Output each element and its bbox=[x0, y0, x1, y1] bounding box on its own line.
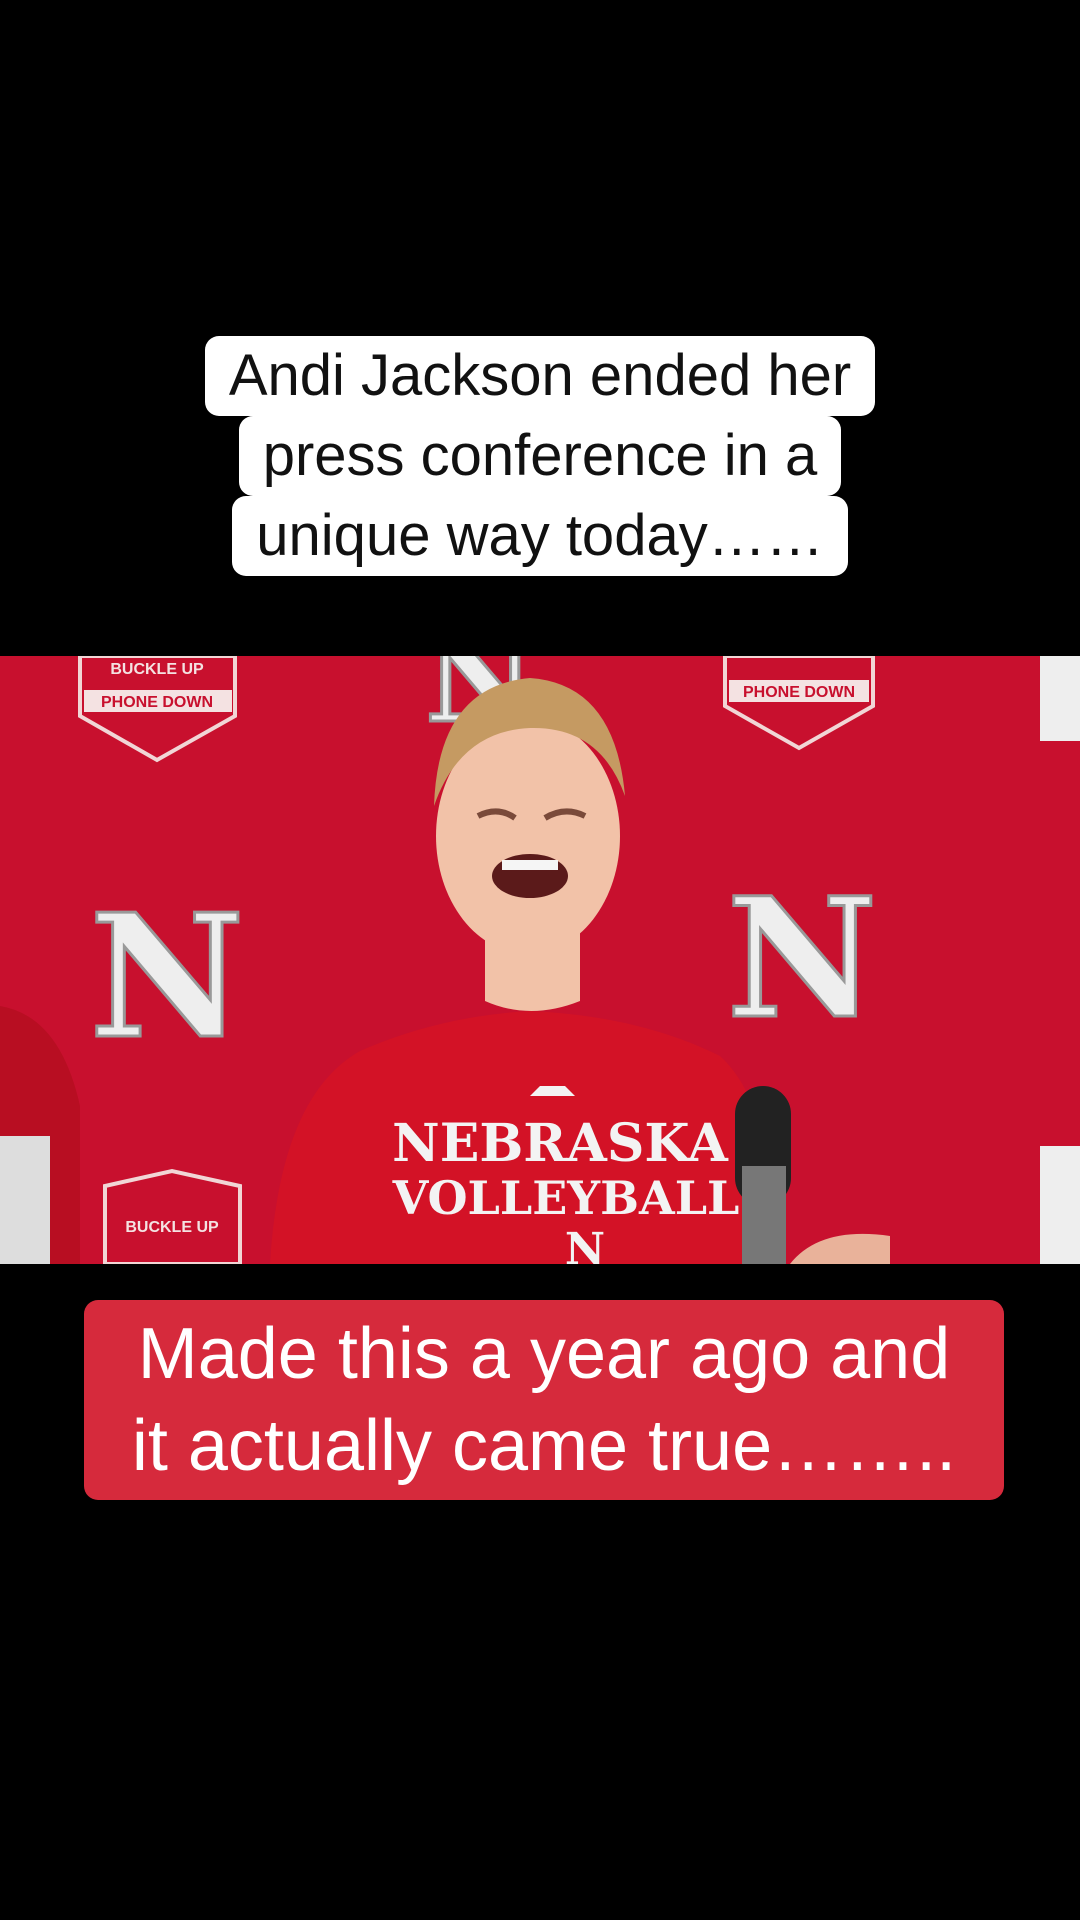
shirt-text-1: NEBRASKA bbox=[392, 1113, 728, 1174]
top-caption-line-2: press conference in a bbox=[238, 416, 842, 496]
badge-text-4: BUCKLE UP bbox=[125, 1219, 219, 1236]
badge-text-2: PHONE DOWN bbox=[101, 694, 213, 711]
shirt-text-2: VOLLEYBALL bbox=[392, 1171, 740, 1225]
n-logo-edge bbox=[1040, 656, 1080, 741]
badge-text-1: BUCKLE UP bbox=[110, 661, 204, 678]
shirt-text-3: N bbox=[565, 1224, 605, 1264]
press-conference-scene: BUCKLE UP PHONE DOWN PHONE DOWN BUCKLE U… bbox=[0, 656, 1080, 1264]
top-caption: Andi Jackson ended her press conference … bbox=[0, 336, 1080, 576]
bottom-caption-line-1: Made this a year ago and bbox=[137, 1314, 951, 1394]
top-caption-line-3: unique way today…… bbox=[232, 496, 848, 576]
bottom-caption-line-2: it actually came true…….. bbox=[131, 1406, 957, 1486]
badge-text-3: PHONE DOWN bbox=[743, 684, 855, 701]
n-logo-right: N bbox=[727, 861, 878, 1055]
n-logo-edge-2 bbox=[1040, 1146, 1080, 1264]
bottom-caption: Made this a year ago and it actually cam… bbox=[84, 1300, 1004, 1500]
n-logo-left: N bbox=[89, 877, 244, 1077]
top-caption-line-1: Andi Jackson ended her bbox=[204, 336, 876, 416]
video-frame[interactable]: BUCKLE UP PHONE DOWN PHONE DOWN BUCKLE U… bbox=[0, 656, 1080, 1264]
name-card bbox=[0, 1136, 50, 1264]
buckle-up-badge-3: BUCKLE UP bbox=[103, 1168, 242, 1264]
